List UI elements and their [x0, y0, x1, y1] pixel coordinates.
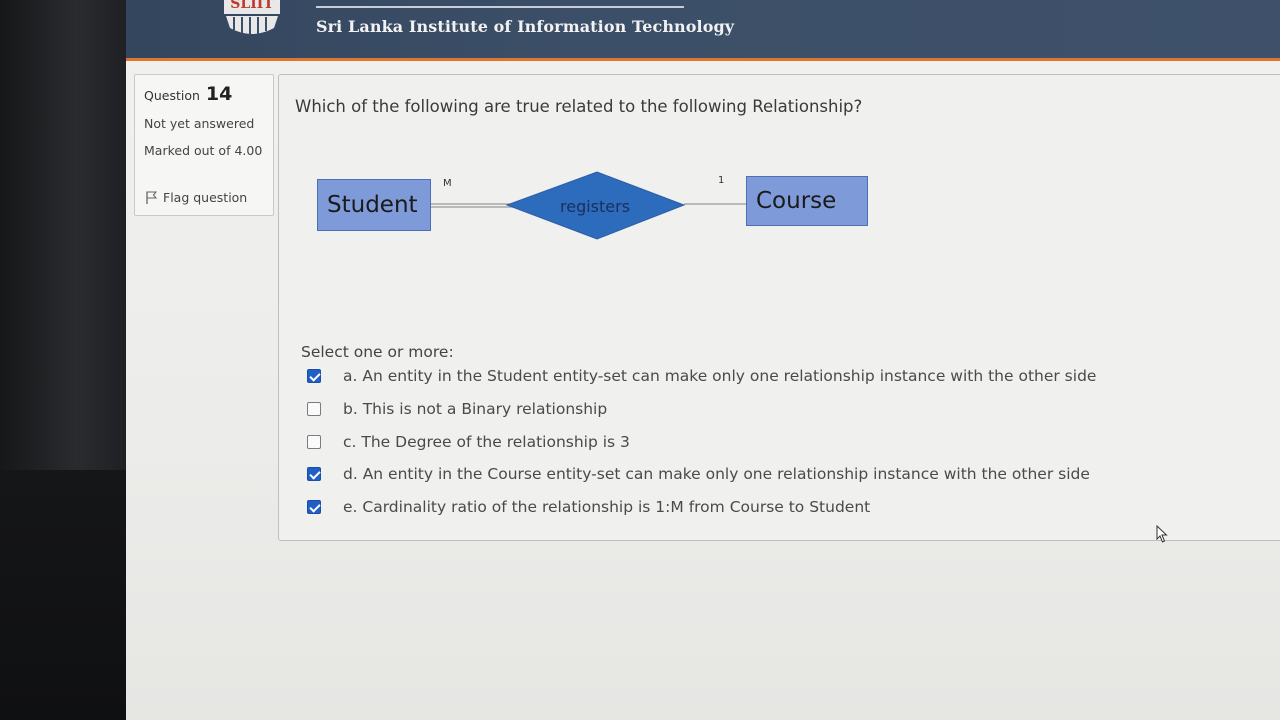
option-e[interactable]: e. Cardinality ratio of the relationship…	[307, 498, 1107, 516]
option-c[interactable]: c. The Degree of the relationship is 3	[307, 433, 1107, 451]
site-header: SLIIT Sri Lanka Institute of Information…	[126, 0, 1280, 61]
option-a-label: a. An entity in the Student entity-set c…	[343, 367, 1097, 385]
header-rule	[316, 6, 684, 8]
flag-icon	[146, 191, 157, 204]
option-e-label: e. Cardinality ratio of the relationship…	[343, 498, 871, 516]
marked-out-of: Marked out of 4.00	[144, 143, 263, 158]
question-number: 14	[205, 83, 233, 105]
question-number-line: Question 14	[144, 83, 232, 105]
cardinality-right: 1	[718, 175, 725, 186]
entity-course: Course	[746, 176, 868, 226]
question-text: Which of the following are true related …	[295, 97, 863, 116]
entity-student: Student	[317, 179, 431, 231]
mouse-cursor-icon	[1156, 525, 1168, 543]
site-name: Sri Lanka Institute of Information Techn…	[316, 17, 735, 36]
option-d-label: d. An entity in the Course entity-set ca…	[343, 465, 1090, 483]
browser-screen: SLIIT Sri Lanka Institute of Information…	[126, 0, 1280, 720]
question-content: Which of the following are true related …	[278, 74, 1280, 541]
relationship-label: registers	[560, 197, 631, 216]
er-diagram: Student Course M 1 registers	[317, 171, 877, 245]
option-a[interactable]: a. An entity in the Student entity-set c…	[307, 367, 1107, 385]
flag-question-label: Flag question	[163, 190, 248, 205]
question-info-panel: Question 14 Not yet answered Marked out …	[134, 74, 274, 216]
question-label: Question	[144, 88, 200, 103]
sliit-logo[interactable]: SLIIT	[222, 0, 282, 40]
answer-status: Not yet answered	[144, 116, 255, 131]
option-b[interactable]: b. This is not a Binary relationship	[307, 400, 1107, 418]
checkbox-a[interactable]	[307, 369, 321, 383]
option-c-label: c. The Degree of the relationship is 3	[343, 433, 630, 451]
checkbox-d[interactable]	[307, 467, 321, 481]
option-b-label: b. This is not a Binary relationship	[343, 400, 608, 418]
option-d[interactable]: d. An entity in the Course entity-set ca…	[307, 465, 1107, 483]
svg-text:SLIIT: SLIIT	[230, 0, 274, 12]
cardinality-left: M	[443, 178, 452, 189]
checkbox-e[interactable]	[307, 500, 321, 514]
checkbox-b[interactable]	[307, 402, 321, 416]
checkbox-c[interactable]	[307, 435, 321, 449]
flag-question-link[interactable]: Flag question	[146, 190, 247, 205]
select-prompt: Select one or more:	[301, 343, 454, 361]
